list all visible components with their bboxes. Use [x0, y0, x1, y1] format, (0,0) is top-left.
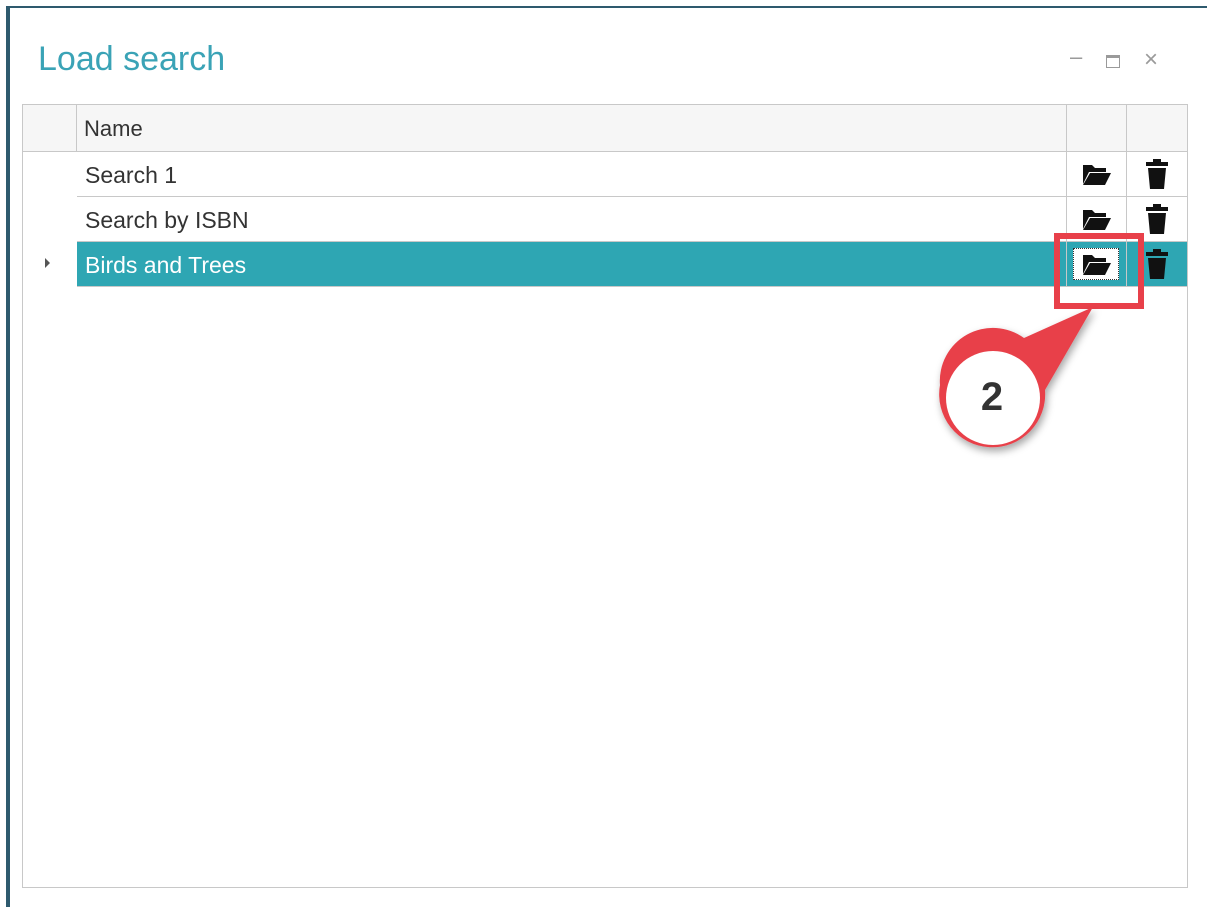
folder-open-icon: [1082, 165, 1111, 185]
table-row[interactable]: Search 1: [23, 152, 1187, 197]
column-header-open: [1066, 105, 1127, 151]
row-selector[interactable]: [23, 242, 76, 287]
folder-open-icon: [1082, 210, 1111, 230]
maximize-button[interactable]: [1106, 50, 1120, 72]
delete-search-button[interactable]: [1126, 152, 1187, 197]
search-grid: Name Search 1 Search by ISBN Birds and T…: [22, 104, 1188, 888]
delete-search-button[interactable]: [1126, 197, 1187, 242]
table-row-selected[interactable]: Birds and Trees: [23, 242, 1187, 287]
row-selector[interactable]: [23, 197, 76, 242]
trash-icon: [1146, 159, 1168, 189]
name-cell[interactable]: Birds and Trees: [77, 242, 1066, 287]
callout-number: 2: [980, 375, 1004, 419]
trash-icon: [1146, 249, 1168, 279]
grid-header: Name: [23, 105, 1187, 152]
name-cell[interactable]: Search by ISBN: [77, 197, 1066, 242]
column-header-delete: [1126, 105, 1188, 151]
open-search-button[interactable]: [1066, 242, 1126, 287]
delete-search-button[interactable]: [1126, 242, 1187, 287]
table-row[interactable]: Search by ISBN: [23, 197, 1187, 242]
current-row-indicator-icon: [45, 258, 50, 268]
open-search-button[interactable]: [1066, 197, 1126, 242]
search-name: Search by ISBN: [85, 207, 249, 233]
name-cell[interactable]: Search 1: [77, 152, 1066, 197]
window-title: Load search: [38, 40, 226, 78]
trash-icon: [1146, 204, 1168, 234]
search-name: Search 1: [85, 162, 178, 188]
column-header-name[interactable]: Name: [84, 116, 143, 142]
maximize-icon: [1106, 55, 1120, 68]
row-selector[interactable]: [23, 152, 76, 197]
open-search-button[interactable]: [1066, 152, 1126, 197]
search-name: Birds and Trees: [85, 252, 247, 278]
row-selector-header: [23, 105, 77, 151]
minimize-button[interactable]: –: [1070, 46, 1082, 68]
folder-open-icon: [1082, 255, 1111, 275]
close-button[interactable]: ×: [1144, 48, 1158, 72]
